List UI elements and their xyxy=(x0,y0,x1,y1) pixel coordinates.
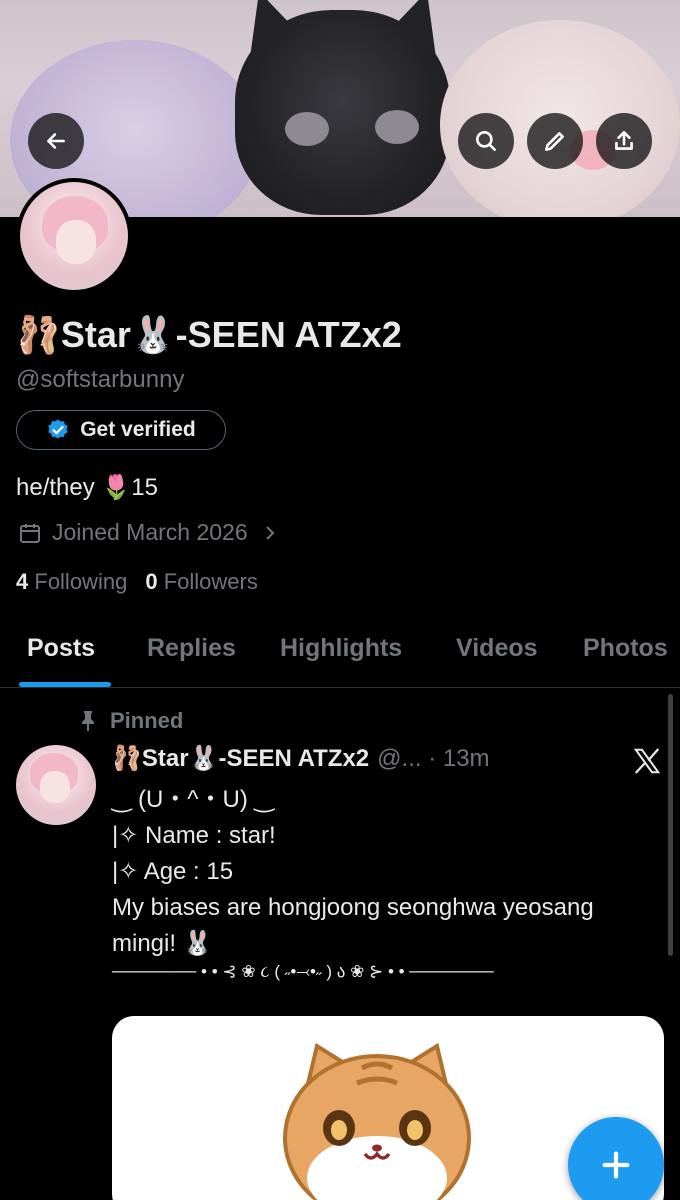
verified-badge-icon xyxy=(48,419,68,439)
post-line: |✧ Age : 15 xyxy=(112,858,234,885)
joined-date[interactable]: Joined March 2026 xyxy=(18,519,282,546)
pin-icon xyxy=(82,711,94,731)
banner-plush-middle xyxy=(235,10,450,215)
profile-avatar[interactable] xyxy=(16,178,132,294)
scrollbar[interactable] xyxy=(668,694,673,956)
search-icon xyxy=(476,131,496,151)
post-line: My biases are hongjoong seonghwa yeosang… xyxy=(112,894,594,957)
share-icon xyxy=(615,131,633,150)
x-logo-icon[interactable] xyxy=(632,746,662,776)
share-button[interactable] xyxy=(596,113,652,169)
active-tab-indicator xyxy=(19,682,111,687)
tab-posts[interactable]: Posts xyxy=(27,634,95,663)
pinned-label: Pinned xyxy=(110,708,184,733)
following-count: 4 xyxy=(16,569,29,594)
profile-tabs: Posts Replies Highlights Videos Photos xyxy=(0,614,680,688)
plus-icon xyxy=(602,1151,630,1179)
banner-plush-eye xyxy=(285,112,329,146)
pencil-icon xyxy=(545,132,564,151)
chevron-right-icon xyxy=(265,525,275,540)
avatar-face xyxy=(56,220,96,264)
pinned-indicator: Pinned xyxy=(78,708,183,734)
profile-handle: @softstarbunny xyxy=(16,366,185,393)
edit-button[interactable] xyxy=(527,113,583,169)
post-text: ‿ (U・^・U) ‿ |✧ Name : star! |✧ Age : 15 … xyxy=(112,782,632,962)
post-line: |✧ Name : star! xyxy=(112,822,276,849)
post-line: ‿ (U・^・U) ‿ xyxy=(112,786,274,813)
back-button[interactable] xyxy=(28,113,84,169)
post-decorative-divider: ─────── • • ⊰ ❀ ૮ ( ˶•⤙•˶ ) ა ❀ ⊱ • • ──… xyxy=(112,962,494,981)
follow-stats: 4 Following 0 Followers xyxy=(16,569,258,595)
tab-highlights[interactable]: Highlights xyxy=(280,634,402,663)
search-button[interactable] xyxy=(458,113,514,169)
get-verified-button[interactable]: Get verified xyxy=(16,410,226,450)
get-verified-label: Get verified xyxy=(80,418,196,441)
back-arrow-icon xyxy=(47,133,65,149)
followers-count: 0 xyxy=(145,569,158,594)
tab-replies[interactable]: Replies xyxy=(147,634,236,663)
profile-bio: he/they 🌷15 xyxy=(16,474,158,501)
tab-photos[interactable]: Photos xyxy=(583,634,668,663)
post-author-name: 🩰Star🐰-SEEN ATZx2 xyxy=(112,745,370,772)
hamster-illustration xyxy=(283,1042,471,1200)
followers-link[interactable]: 0 Followers xyxy=(145,569,258,594)
following-link[interactable]: 4 Following xyxy=(16,569,127,594)
profile-display-name: 🩰Star🐰-SEEN ATZx2 xyxy=(16,314,402,355)
post-author-avatar[interactable] xyxy=(16,745,96,825)
post-meta: @... · 13m xyxy=(377,745,490,772)
banner-plush-eye xyxy=(375,110,419,144)
avatar-face xyxy=(40,771,70,803)
post-header[interactable]: 🩰Star🐰-SEEN ATZx2 @... · 13m xyxy=(112,744,490,773)
tab-videos[interactable]: Videos xyxy=(456,634,538,663)
following-label: Following xyxy=(34,569,128,594)
followers-label: Followers xyxy=(163,569,258,594)
calendar-icon xyxy=(20,523,40,543)
joined-date-label: Joined March 2026 xyxy=(52,519,248,545)
